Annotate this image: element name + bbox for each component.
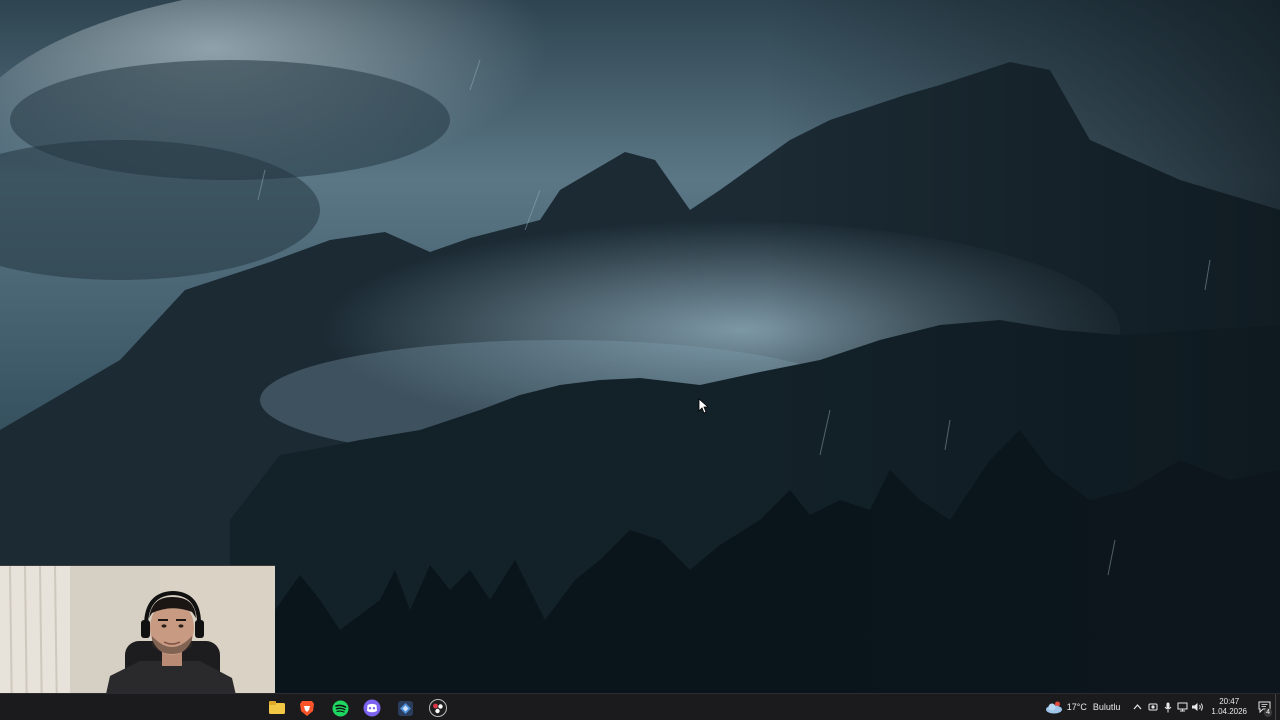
system-tray: 17°C Bulutlu 20:47 1.04.2026 4 (1045, 694, 1280, 720)
mouse-cursor (698, 398, 708, 414)
discord-icon (363, 699, 381, 717)
show-desktop-button[interactable] (1275, 694, 1280, 720)
microphone-icon (1164, 702, 1172, 712)
file-explorer-icon (269, 701, 285, 714)
taskbar-app-file-explorer[interactable] (262, 697, 292, 719)
desktop[interactable]: 17°C Bulutlu 20:47 1.04.2026 4 (0, 0, 1280, 720)
clock-time: 20:47 (1219, 697, 1240, 706)
tray-volume[interactable] (1190, 697, 1205, 717)
notification-center-button[interactable]: 4 (1253, 694, 1275, 720)
weather-widget[interactable]: 17°C Bulutlu (1045, 701, 1121, 714)
obs-studio-icon (429, 699, 447, 717)
weather-temperature: 17°C (1066, 702, 1087, 712)
chevron-up-icon (1133, 704, 1142, 710)
taskbar-app-discord[interactable] (357, 697, 387, 719)
taskbar-clock[interactable]: 20:47 1.04.2026 (1211, 697, 1247, 717)
taskbar-app-diamond[interactable] (390, 697, 420, 719)
taskbar: 17°C Bulutlu 20:47 1.04.2026 4 (0, 693, 1280, 720)
taskbar-app-spotify[interactable] (325, 697, 355, 719)
taskbar-app-obs[interactable] (423, 697, 453, 719)
taskbar-app-brave[interactable] (292, 697, 322, 719)
tray-network[interactable] (1175, 697, 1190, 717)
app-diamond-icon (397, 700, 413, 716)
notification-count-badge: 4 (1264, 708, 1272, 717)
tray-camera[interactable] (1145, 697, 1160, 717)
camera-icon (1148, 703, 1158, 711)
brave-browser-icon (300, 700, 314, 716)
volume-icon (1192, 703, 1204, 711)
clock-date: 1.04.2026 (1211, 707, 1247, 716)
tray-microphone[interactable] (1160, 697, 1175, 717)
show-hidden-icons-button[interactable] (1130, 697, 1145, 717)
cloudy-weather-icon (1045, 701, 1062, 713)
weather-description: Bulutlu (1092, 702, 1121, 712)
spotify-icon (332, 700, 348, 716)
network-icon (1177, 702, 1188, 712)
